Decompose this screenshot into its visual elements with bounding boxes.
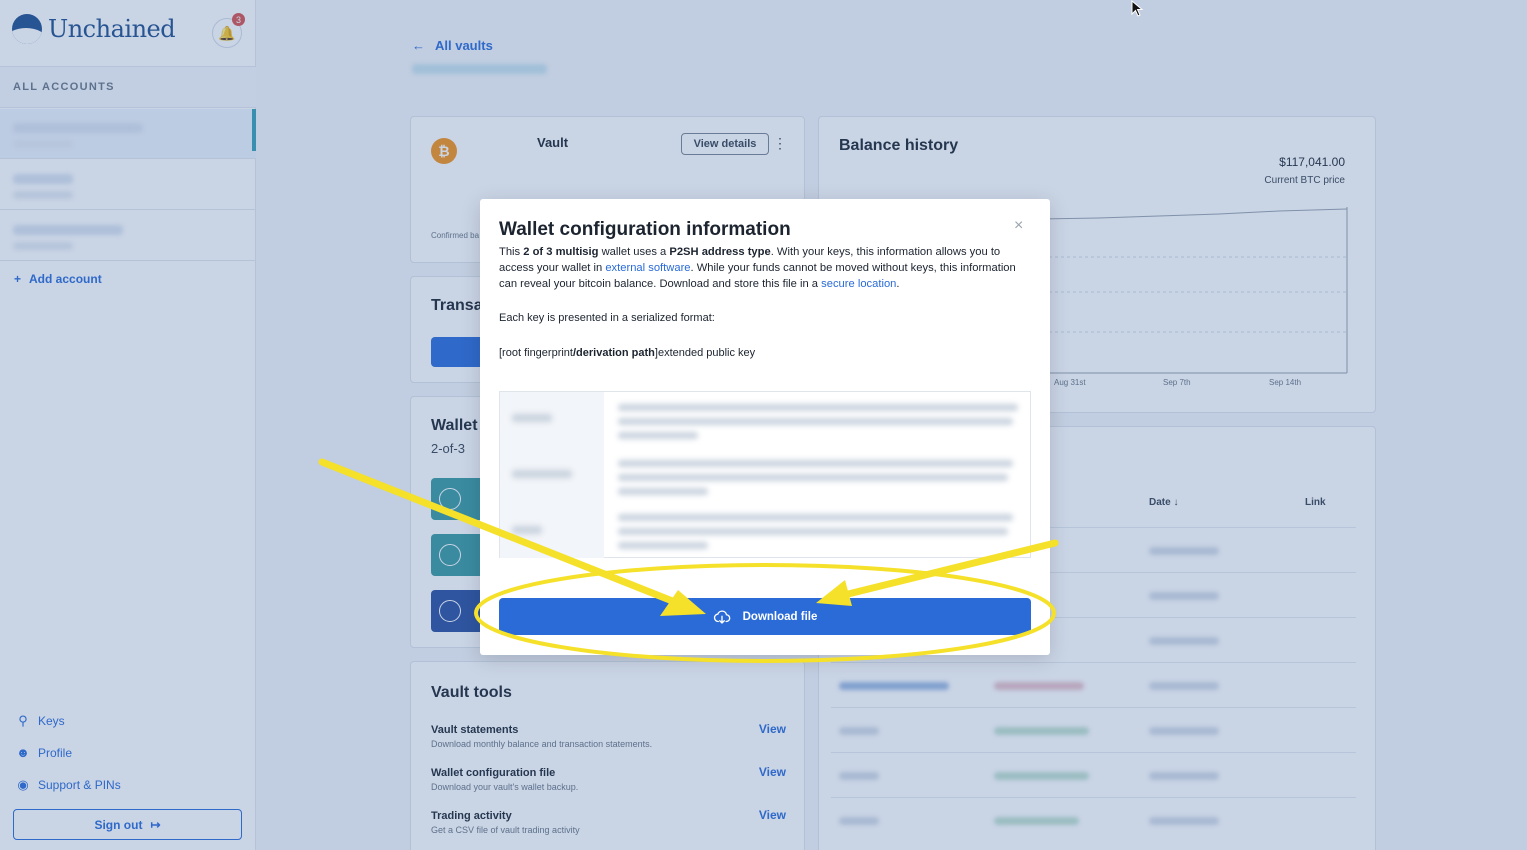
download-file-label: Download file [742, 610, 818, 623]
keys-list [499, 391, 1031, 558]
modal-title: Wallet configuration information [499, 219, 791, 240]
body-text: This [499, 246, 524, 258]
key-value [618, 542, 708, 549]
key-value [618, 488, 708, 495]
address-type-text: P2SH address type [669, 246, 771, 258]
key-value [618, 432, 698, 439]
key-label [512, 414, 552, 422]
download-file-button[interactable]: Download file [499, 598, 1031, 635]
quorum-text: 2 of 3 multisig [523, 246, 599, 258]
key-value [618, 514, 1013, 521]
secure-location-link[interactable]: secure location [821, 278, 896, 290]
close-icon[interactable]: × [1014, 217, 1023, 235]
key-value [618, 528, 1008, 535]
wallet-config-modal: Wallet configuration information × This … [480, 199, 1050, 655]
format-text: ]extended public key [654, 347, 756, 359]
key-value [618, 404, 1018, 411]
body-text: . [896, 278, 900, 290]
key-value [618, 474, 1008, 481]
format-derivation: /derivation path [572, 347, 655, 359]
key-value [618, 460, 1013, 467]
key-label [512, 470, 572, 478]
key-label [512, 526, 542, 534]
cloud-download-icon [713, 609, 730, 624]
external-software-link[interactable]: external software [605, 262, 690, 274]
mouse-cursor-icon [1131, 0, 1144, 17]
format-description: [root fingerprint/derivation path]extend… [499, 347, 755, 359]
modal-description: This 2 of 3 multisig wallet uses a P2SH … [499, 244, 1034, 292]
format-text: [root fingerprint [499, 347, 573, 359]
body-text: wallet uses a [598, 246, 670, 258]
key-value [618, 418, 1013, 425]
format-intro: Each key is presented in a serialized fo… [499, 312, 715, 324]
